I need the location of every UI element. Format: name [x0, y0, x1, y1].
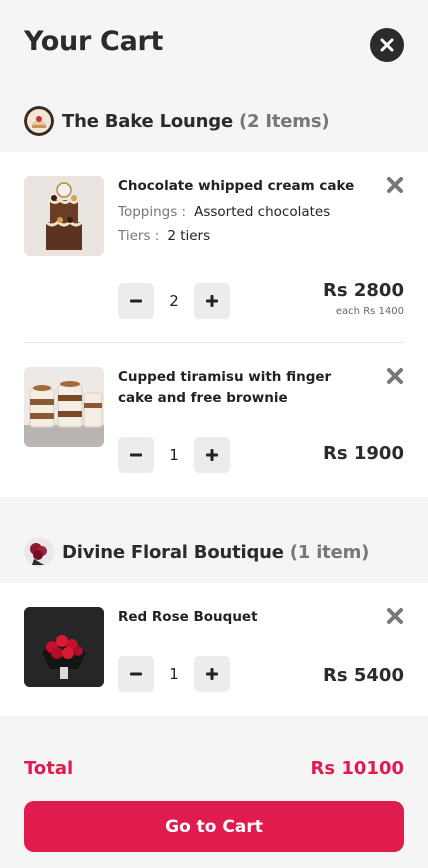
store-name: Divine Floral Boutique	[62, 541, 284, 563]
minus-icon	[130, 453, 142, 457]
quantity-stepper: 1	[118, 656, 230, 692]
store-card-divine-floral: Red Rose Bouquet 1 Rs 5400	[0, 583, 428, 716]
quantity-stepper: 1	[118, 437, 230, 473]
minus-icon	[130, 299, 142, 303]
store-logo	[24, 537, 54, 567]
increase-quantity-button[interactable]	[193, 283, 230, 319]
total-value: Rs 10100	[310, 758, 404, 779]
decrease-quantity-button[interactable]	[118, 283, 154, 319]
minus-icon	[130, 672, 142, 676]
increase-quantity-button[interactable]	[193, 656, 230, 692]
quantity-value: 1	[169, 446, 179, 464]
close-icon	[380, 38, 394, 52]
page-title: Your Cart	[24, 26, 164, 57]
store-card-bake-lounge: Chocolate whipped cream cake Toppings : A…	[0, 152, 428, 497]
option-value: 2 tiers	[167, 228, 211, 244]
increase-quantity-button[interactable]	[193, 437, 230, 473]
plus-icon	[205, 295, 218, 307]
option-value: Assorted chocolates	[194, 204, 331, 220]
remove-item-button[interactable]	[386, 607, 404, 625]
store-item-count: (2 Items)	[238, 110, 330, 132]
cart-header: Your Cart	[0, 0, 428, 90]
quantity-value: 1	[169, 665, 179, 683]
option-key: Tiers :	[118, 228, 160, 244]
remove-item-button[interactable]	[386, 367, 404, 385]
remove-icon	[387, 608, 403, 624]
cart-item: Chocolate whipped cream cake Toppings : A…	[0, 152, 428, 342]
go-to-cart-button[interactable]: Go to Cart	[24, 801, 404, 852]
remove-item-button[interactable]	[386, 176, 404, 194]
close-button[interactable]	[370, 28, 404, 62]
cart-item: Red Rose Bouquet 1 Rs 5400	[0, 583, 428, 716]
store-header-bake-lounge: The Bake Lounge (2 Items)	[0, 91, 428, 151]
item-price: Rs 5400	[323, 665, 404, 686]
quantity-value: 2	[169, 292, 179, 310]
plus-icon	[205, 668, 218, 680]
product-name: Chocolate whipped cream cake	[118, 178, 355, 194]
product-image-rose-bouquet[interactable]	[24, 607, 104, 687]
product-image-cake[interactable]	[24, 176, 104, 256]
product-name: Red Rose Bouquet	[118, 609, 258, 625]
remove-icon	[387, 368, 403, 384]
store-item-count: (1 item)	[289, 541, 370, 563]
product-option-toppings: Toppings : Assorted chocolates	[118, 204, 330, 220]
product-name: Cupped tiramisu with finger cake and fre…	[118, 369, 332, 406]
decrease-quantity-button[interactable]	[118, 437, 154, 473]
product-image-tiramisu[interactable]	[24, 367, 104, 447]
product-option-tiers: Tiers : 2 tiers	[118, 228, 210, 244]
remove-icon	[387, 177, 403, 193]
item-price: Rs 2800	[323, 280, 404, 301]
quantity-stepper: 2	[118, 283, 230, 319]
unit-price: each Rs 1400	[335, 306, 404, 317]
store-header-divine-floral: Divine Floral Boutique (1 item)	[0, 522, 428, 582]
option-key: Toppings :	[118, 204, 187, 220]
store-name: The Bake Lounge	[62, 110, 233, 132]
decrease-quantity-button[interactable]	[118, 656, 154, 692]
store-logo	[24, 106, 54, 136]
plus-icon	[205, 449, 218, 461]
cart-item: Cupped tiramisu with finger cake and fre…	[0, 343, 428, 497]
item-price: Rs 1900	[323, 443, 404, 464]
total-label: Total	[24, 758, 74, 779]
